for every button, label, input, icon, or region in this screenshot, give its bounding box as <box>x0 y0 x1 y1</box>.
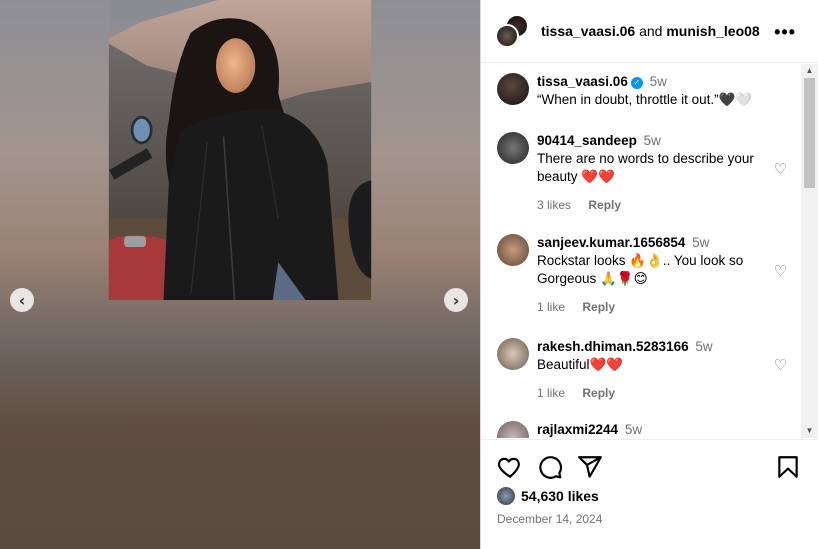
post-date[interactable]: December 14, 2024 <box>497 512 602 526</box>
reply-button[interactable]: Reply <box>588 198 621 212</box>
more-options-button[interactable]: ••• <box>774 22 796 43</box>
caption-time[interactable]: 5w <box>650 74 667 89</box>
coauthor-username[interactable]: munish_leo08 <box>666 23 759 39</box>
comment-text: Rockstar looks 🔥👌.. You look so Gorgeous… <box>537 253 744 286</box>
scrollbar-thumb[interactable] <box>804 78 815 188</box>
avatar[interactable] <box>497 487 515 505</box>
caption-username[interactable]: tissa_vaasi.06 <box>537 74 628 89</box>
avatar[interactable] <box>495 24 519 48</box>
comment-likes[interactable]: 1 like <box>537 300 565 314</box>
comment-likes[interactable]: 3 likes <box>537 198 571 212</box>
avatar[interactable] <box>497 132 529 164</box>
post-actions: 54,630 likes December 14, 2024 <box>481 439 818 549</box>
avatar[interactable] <box>497 73 529 105</box>
likes-count[interactable]: 54,630 likes <box>521 488 599 504</box>
comments-scrollbar[interactable]: ▲ ▼ <box>801 64 818 438</box>
comment-username[interactable]: rajlaxmi2244 <box>537 422 618 437</box>
comment-icon[interactable] <box>537 454 563 480</box>
scroll-down-arrow-icon[interactable]: ▼ <box>801 424 818 438</box>
collab-avatars[interactable] <box>495 14 529 48</box>
comment-username[interactable]: 90414_sandeep <box>537 133 637 148</box>
carousel-next-button[interactable]: › <box>444 288 468 312</box>
scroll-up-arrow-icon[interactable]: ▲ <box>801 64 818 78</box>
comment-time[interactable]: 5w <box>644 133 661 148</box>
comment-time[interactable]: 5w <box>692 235 709 250</box>
verified-badge-icon: ✓ <box>630 77 643 89</box>
like-comment-heart-icon[interactable]: ♡ <box>774 356 787 374</box>
comment-item: sanjeev.kumar.1656854 5w Rockstar looks … <box>497 234 787 316</box>
chevron-left-icon: ‹ <box>18 290 26 310</box>
chevron-right-icon: › <box>452 290 460 310</box>
comment-username[interactable]: sanjeev.kumar.1656854 <box>537 235 685 250</box>
like-comment-heart-icon[interactable]: ♡ <box>774 262 787 280</box>
comment-likes[interactable]: 1 like <box>537 386 565 400</box>
comment-username[interactable]: rakesh.dhiman.5283166 <box>537 339 689 354</box>
comments-list: tissa_vaasi.06 ✓ 5w “When in doubt, throt… <box>481 64 801 438</box>
like-heart-icon[interactable] <box>497 454 523 480</box>
avatar[interactable] <box>497 338 529 370</box>
post-sidebar: tissa_vaasi.06 and munish_leo08 ••• tiss… <box>480 0 818 549</box>
carousel-prev-button[interactable]: ‹ <box>10 288 34 312</box>
more-dots-icon: ••• <box>774 22 796 42</box>
post-header: tissa_vaasi.06 and munish_leo08 ••• <box>481 0 818 63</box>
post-authors: tissa_vaasi.06 and munish_leo08 <box>541 23 760 39</box>
caption: tissa_vaasi.06 ✓ 5w “When in doubt, throt… <box>497 73 787 109</box>
like-comment-heart-icon[interactable]: ♡ <box>774 160 787 178</box>
author-username[interactable]: tissa_vaasi.06 <box>541 23 635 39</box>
comment-time[interactable]: 5w <box>695 339 712 354</box>
share-icon[interactable] <box>577 454 603 480</box>
comment-item: 90414_sandeep 5w There are no words to d… <box>497 132 787 214</box>
likes-summary[interactable]: 54,630 likes <box>497 487 599 505</box>
reply-button[interactable]: Reply <box>582 386 615 400</box>
photo-scene <box>108 0 372 300</box>
post-photo: ‹ › <box>0 0 480 549</box>
comment-item: rajlaxmi2244 5w <box>497 421 787 438</box>
avatar[interactable] <box>497 234 529 266</box>
comment-text: Beautiful❤️❤️ <box>537 357 624 372</box>
bookmark-icon[interactable] <box>775 454 801 480</box>
comment-item: rakesh.dhiman.5283166 5w Beautiful❤️❤️ 1… <box>497 338 787 402</box>
authors-joiner: and <box>639 23 663 39</box>
comment-text: There are no words to describe your beau… <box>537 151 754 184</box>
reply-button[interactable]: Reply <box>582 300 615 314</box>
avatar[interactable] <box>497 421 529 438</box>
comment-time[interactable]: 5w <box>625 422 642 437</box>
caption-text: “When in doubt, throttle it out.”🖤🤍 <box>537 92 753 107</box>
